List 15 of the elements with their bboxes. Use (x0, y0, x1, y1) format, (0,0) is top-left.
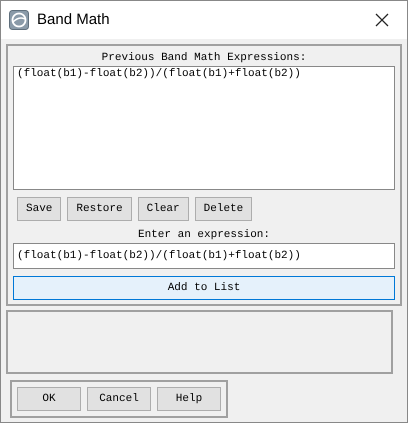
dialog-button[interactable]: OK (17, 387, 81, 411)
window-title: Band Math (37, 10, 111, 30)
expression-field[interactable]: (float(b1)-float(b2))/(float(b1)+float(b2)) (13, 243, 395, 269)
close-icon[interactable] (375, 13, 389, 27)
list-button[interactable]: Clear (138, 197, 189, 221)
list-button[interactable]: Save (17, 197, 62, 221)
list-button[interactable]: Restore (67, 197, 132, 221)
list-label: Previous Band Math Expressions: (100, 51, 308, 66)
list-button[interactable]: Delete (194, 197, 252, 221)
globe-icon (9, 10, 29, 30)
add-button[interactable]: Add to List (13, 276, 395, 300)
list-item[interactable]: (float(b1)-float(b2))/(float(b1)+float(b2)) (14, 67, 394, 82)
expression-label: Enter an expression: (136, 228, 272, 243)
dialog-button[interactable]: Cancel (87, 387, 151, 411)
dialog-button[interactable]: Help (157, 387, 221, 411)
